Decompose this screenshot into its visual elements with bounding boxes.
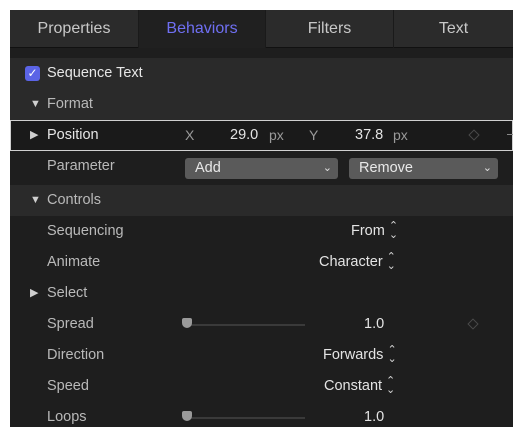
disclosure-open-icon[interactable]: ▼ — [30, 185, 41, 216]
sequencing-label: Sequencing — [47, 223, 124, 239]
parameter-label: Parameter — [47, 158, 115, 174]
direction-popup[interactable]: Forwards ⌃ ⌄ — [323, 340, 397, 371]
speed-row: Speed Constant ⌃ ⌄ — [10, 371, 513, 402]
sequencing-row: Sequencing From ⌃ ⌄ — [10, 216, 513, 247]
loops-row: Loops 1.0 — [10, 402, 513, 427]
format-group-row[interactable]: ▼ Format — [10, 89, 513, 120]
behavior-header-row: ✓ Sequence Text — [10, 58, 513, 89]
loops-label: Loops — [47, 409, 87, 425]
direction-value: Forwards — [323, 347, 384, 363]
x-unit-label: px — [269, 127, 284, 143]
position-label: Position — [47, 127, 99, 143]
animate-popup[interactable]: Character ⌃ ⌄ — [319, 247, 396, 278]
inspector-window: Properties Behaviors Filters Text ✓ Sequ… — [0, 0, 513, 427]
loops-value-field[interactable]: 1.0 — [364, 402, 384, 433]
spread-slider-track[interactable] — [183, 324, 305, 326]
behavior-name: Sequence Text — [47, 65, 143, 81]
disclosure-closed-icon[interactable]: ▶ — [30, 120, 38, 151]
tab-filters[interactable]: Filters — [266, 10, 393, 48]
sequencing-value: From — [351, 223, 385, 239]
disclosure-open-icon[interactable]: ▼ — [30, 89, 41, 120]
behaviors-panel: ✓ Sequence Text ▼ Format ▶ Position X 29… — [10, 48, 513, 427]
select-row[interactable]: ▶ Select — [10, 278, 513, 309]
position-x-field[interactable]: 29.0 — [230, 120, 258, 151]
speed-popup[interactable]: Constant ⌃ ⌄ — [324, 371, 395, 402]
loops-slider-track[interactable] — [183, 417, 305, 419]
behavior-enable-checkbox[interactable]: ✓ — [25, 66, 40, 81]
up-down-chevron-icon: ⌃ ⌄ — [387, 344, 397, 366]
speed-value: Constant — [324, 378, 383, 394]
remove-dropdown-value: Remove — [359, 160, 413, 176]
up-down-chevron-icon: ⌃ ⌄ — [386, 375, 396, 397]
chevron-down-icon: ⌄ — [482, 162, 492, 174]
spread-row: Spread 1.0 — [10, 309, 513, 340]
loops-slider-thumb[interactable] — [182, 411, 192, 421]
spread-value-field[interactable]: 1.0 — [364, 309, 384, 340]
add-dropdown-value: Add — [195, 160, 221, 176]
y-unit-label: px — [393, 127, 408, 143]
direction-label: Direction — [47, 347, 105, 363]
position-row[interactable]: ▶ Position X 29.0 px Y 37.8 px — [10, 120, 513, 151]
edge-tick — [507, 134, 513, 135]
tab-text[interactable]: Text — [394, 10, 513, 48]
spread-slider-thumb[interactable] — [182, 318, 192, 328]
animate-value: Character — [319, 254, 383, 270]
sequencing-popup[interactable]: From ⌃ ⌄ — [351, 216, 398, 247]
parameter-remove-dropdown[interactable]: Remove ⌄ — [349, 158, 498, 179]
animate-label: Animate — [47, 254, 101, 270]
up-down-chevron-icon: ⌃ ⌄ — [388, 220, 399, 242]
parameter-add-dropdown[interactable]: Add ⌄ — [185, 158, 338, 179]
animate-row: Animate Character ⌃ ⌄ — [10, 247, 513, 278]
select-label: Select — [47, 285, 88, 301]
direction-row: Direction Forwards ⌃ ⌄ — [10, 340, 513, 371]
keyframe-icon[interactable] — [467, 318, 479, 330]
position-y-field[interactable]: 37.8 — [355, 120, 383, 151]
keyframe-icon[interactable] — [468, 129, 480, 141]
disclosure-closed-icon[interactable]: ▶ — [30, 278, 38, 309]
tab-properties[interactable]: Properties — [10, 10, 138, 48]
format-group-label: Format — [47, 96, 93, 112]
spread-label: Spread — [47, 316, 94, 332]
speed-label: Speed — [47, 378, 89, 394]
inspector-tab-bar: Properties Behaviors Filters Text — [10, 10, 513, 48]
controls-group-label: Controls — [47, 192, 101, 208]
chevron-down-icon: ⌄ — [322, 162, 332, 174]
parameter-row: Parameter Add ⌄ Remove ⌄ — [10, 151, 513, 182]
controls-group-row[interactable]: ▼ Controls — [10, 185, 513, 216]
x-axis-label: X — [185, 127, 195, 143]
y-axis-label: Y — [309, 127, 319, 143]
tab-behaviors[interactable]: Behaviors — [139, 10, 265, 48]
up-down-chevron-icon: ⌃ ⌄ — [386, 251, 396, 273]
